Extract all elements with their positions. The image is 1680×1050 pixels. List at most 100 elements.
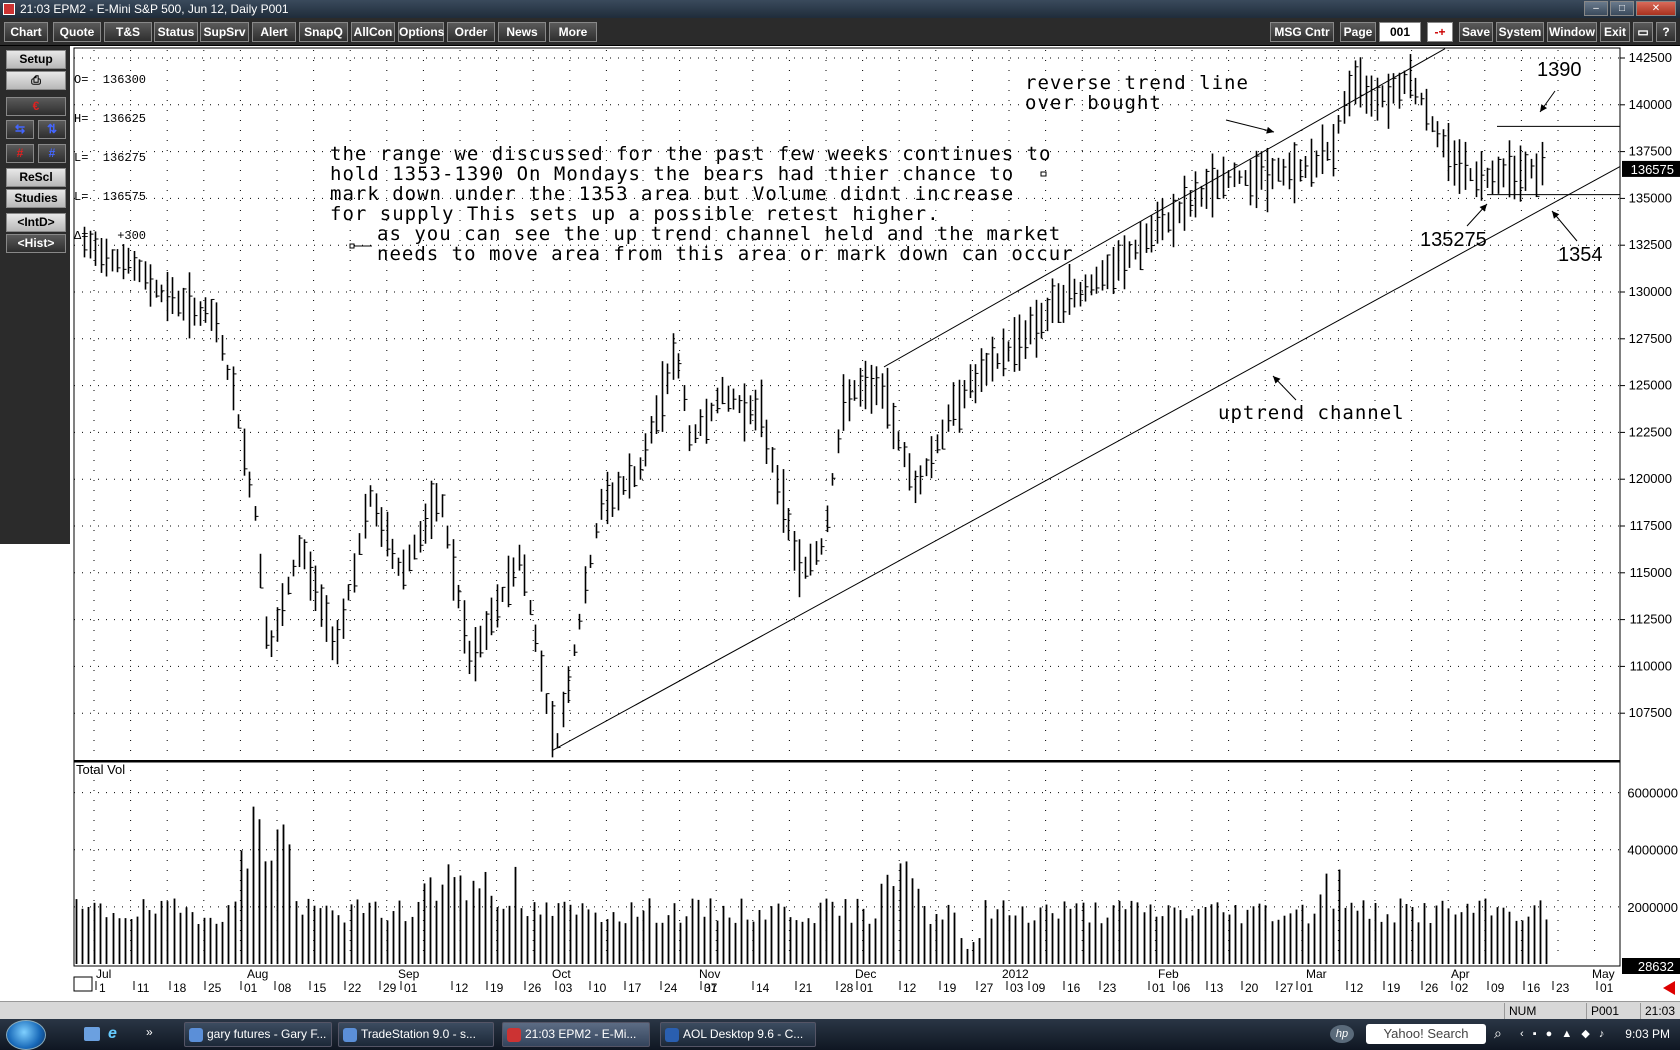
supsrv-button[interactable]: SupSrv: [200, 22, 249, 42]
exit-button[interactable]: Exit: [1600, 22, 1630, 42]
help-icon[interactable]: ?: [1656, 22, 1676, 42]
day-label: 02: [1455, 981, 1469, 995]
day-label: 01: [1300, 981, 1314, 995]
day-label: 12: [455, 981, 469, 995]
day-label: 24: [664, 981, 678, 995]
month-label: Apr: [1451, 967, 1470, 981]
month-label: Dec: [855, 967, 876, 981]
price-tick-label: 137500: [1629, 144, 1672, 159]
day-label: 16: [1527, 981, 1541, 995]
tray-icons[interactable]: ‹ ▪ ● ▲ ◆ ♪: [1520, 1027, 1607, 1040]
status-button[interactable]: Status: [154, 22, 198, 42]
day-label: 15: [313, 981, 327, 995]
day-label: 28: [840, 981, 854, 995]
price-tick-label: 125000: [1629, 378, 1672, 393]
order-button[interactable]: Order: [447, 22, 495, 42]
day-label: 03: [559, 981, 573, 995]
start-button[interactable]: [6, 1020, 46, 1050]
num-indicator: NUM: [1504, 1003, 1564, 1019]
restore-icon[interactable]: ▭: [1633, 22, 1653, 42]
taskbar-item-aol[interactable]: AOL Desktop 9.6 - C...: [660, 1022, 816, 1047]
month-label: Feb: [1158, 967, 1179, 981]
main-toolbar: Chart Quote T&S Status SupSrv Alert Snap…: [0, 18, 1680, 46]
day-label: 29: [383, 981, 397, 995]
price-tick-label: 135000: [1629, 190, 1672, 205]
month-label: Oct: [552, 967, 571, 981]
window-button[interactable]: Window: [1547, 22, 1597, 42]
price-tick-label: 112500: [1630, 612, 1672, 627]
day-label: 01: [860, 981, 874, 995]
price-tick-label: 127500: [1629, 331, 1672, 346]
arrow-1390-head: [1540, 104, 1548, 112]
day-label: 23: [1103, 981, 1117, 995]
taskbar-item-gary-futures[interactable]: gary futures - Gary F...: [184, 1022, 332, 1047]
close-icon[interactable]: ✕: [1636, 1, 1676, 16]
annotation-comment: for supply This sets up a possible retes…: [330, 203, 940, 225]
minimize-icon[interactable]: ‒: [1584, 1, 1608, 16]
news-button[interactable]: News: [498, 22, 546, 42]
day-label: 21: [799, 981, 813, 995]
alert-button[interactable]: Alert: [252, 22, 296, 42]
day-label: 20: [1245, 981, 1259, 995]
msg-center-button[interactable]: MSG Cntr: [1270, 22, 1334, 42]
comment-marker-box: [349, 243, 355, 249]
browser-icon: [189, 1028, 203, 1042]
price-tick-label: 107500: [1629, 705, 1672, 720]
quick-launch-icon[interactable]: [84, 1027, 100, 1041]
price-tick-label: 120000: [1629, 471, 1672, 486]
system-button[interactable]: System: [1496, 22, 1544, 42]
day-label: 07: [704, 981, 718, 995]
arrow-reverse-trend: [1225, 119, 1275, 133]
day-label: 16: [1067, 981, 1081, 995]
day-label: 10: [593, 981, 607, 995]
taskbar-item-chart[interactable]: 21:03 EPM2 - E-Mi...: [502, 1022, 650, 1047]
price-tick-label: 117500: [1630, 518, 1672, 533]
arrow-1354-head: [1552, 211, 1560, 219]
day-label: 25: [208, 981, 222, 995]
month-label: 2012: [1002, 967, 1029, 981]
page-button[interactable]: Page: [1340, 22, 1376, 42]
more-button[interactable]: More: [549, 22, 597, 42]
page-step-button[interactable]: -+: [1427, 22, 1453, 42]
taskbar-item-tradestation[interactable]: TradeStation 9.0 - s...: [338, 1022, 494, 1047]
day-label: 01: [244, 981, 258, 995]
page-indicator: P001: [1586, 1003, 1636, 1019]
day-label: 01: [404, 981, 418, 995]
yahoo-search-input[interactable]: Yahoo! Search: [1366, 1024, 1486, 1044]
maximize-icon[interactable]: □: [1610, 1, 1634, 16]
trading-window: 21:03 EPM2 - E-Mini S&P 500, Jun 12, Dai…: [0, 0, 1680, 1050]
annotation-reverse-trend: reverse trend line: [1025, 72, 1249, 94]
time-and-sales-button[interactable]: T&S: [104, 22, 152, 42]
arrow-reverse-trend-head: [1266, 126, 1274, 134]
day-label: 26: [528, 981, 542, 995]
day-label: 08: [278, 981, 292, 995]
system-clock: 9:03 PM: [1625, 1027, 1670, 1041]
day-label: 12: [1350, 981, 1364, 995]
windows-taskbar: e » gary futures - Gary F... TradeStatio…: [0, 1019, 1680, 1050]
volume-tick-label: 6000000: [1627, 786, 1678, 801]
chart-button[interactable]: Chart: [4, 22, 48, 42]
day-label: 09: [1032, 981, 1046, 995]
annotation-135275: 135275: [1420, 229, 1487, 251]
annotation-comment: hold 1353-1390 On Mondays the bears had …: [330, 163, 1014, 185]
quote-button[interactable]: Quote: [53, 22, 101, 42]
search-icon[interactable]: ⌕: [1494, 1025, 1502, 1042]
snapq-button[interactable]: SnapQ: [299, 22, 348, 42]
taskbar-overflow-icon[interactable]: »: [146, 1025, 153, 1039]
day-label: 19: [943, 981, 957, 995]
title-bar: 21:03 EPM2 - E-Mini S&P 500, Jun 12, Dai…: [0, 0, 1680, 18]
internet-explorer-icon[interactable]: e: [108, 1025, 117, 1043]
day-label: 09: [1491, 981, 1505, 995]
price-tick-label: 115000: [1630, 565, 1672, 580]
allcon-button[interactable]: AllCon: [351, 22, 395, 42]
options-button[interactable]: Options: [398, 22, 444, 42]
month-label: Nov: [699, 967, 720, 981]
page-number-input[interactable]: 001: [1379, 22, 1421, 42]
price-chart[interactable]: 142500 140000 137500 135000 132500 130000 1275…: [0, 46, 1680, 1001]
day-label: 1: [99, 981, 106, 995]
day-label: 19: [1387, 981, 1401, 995]
annotation-1390: 1390: [1537, 59, 1582, 81]
price-tick-label: 110000: [1630, 658, 1672, 673]
annotation-comment: mark down under the 1353 area but Volume…: [330, 183, 1014, 205]
save-button[interactable]: Save: [1459, 22, 1493, 42]
